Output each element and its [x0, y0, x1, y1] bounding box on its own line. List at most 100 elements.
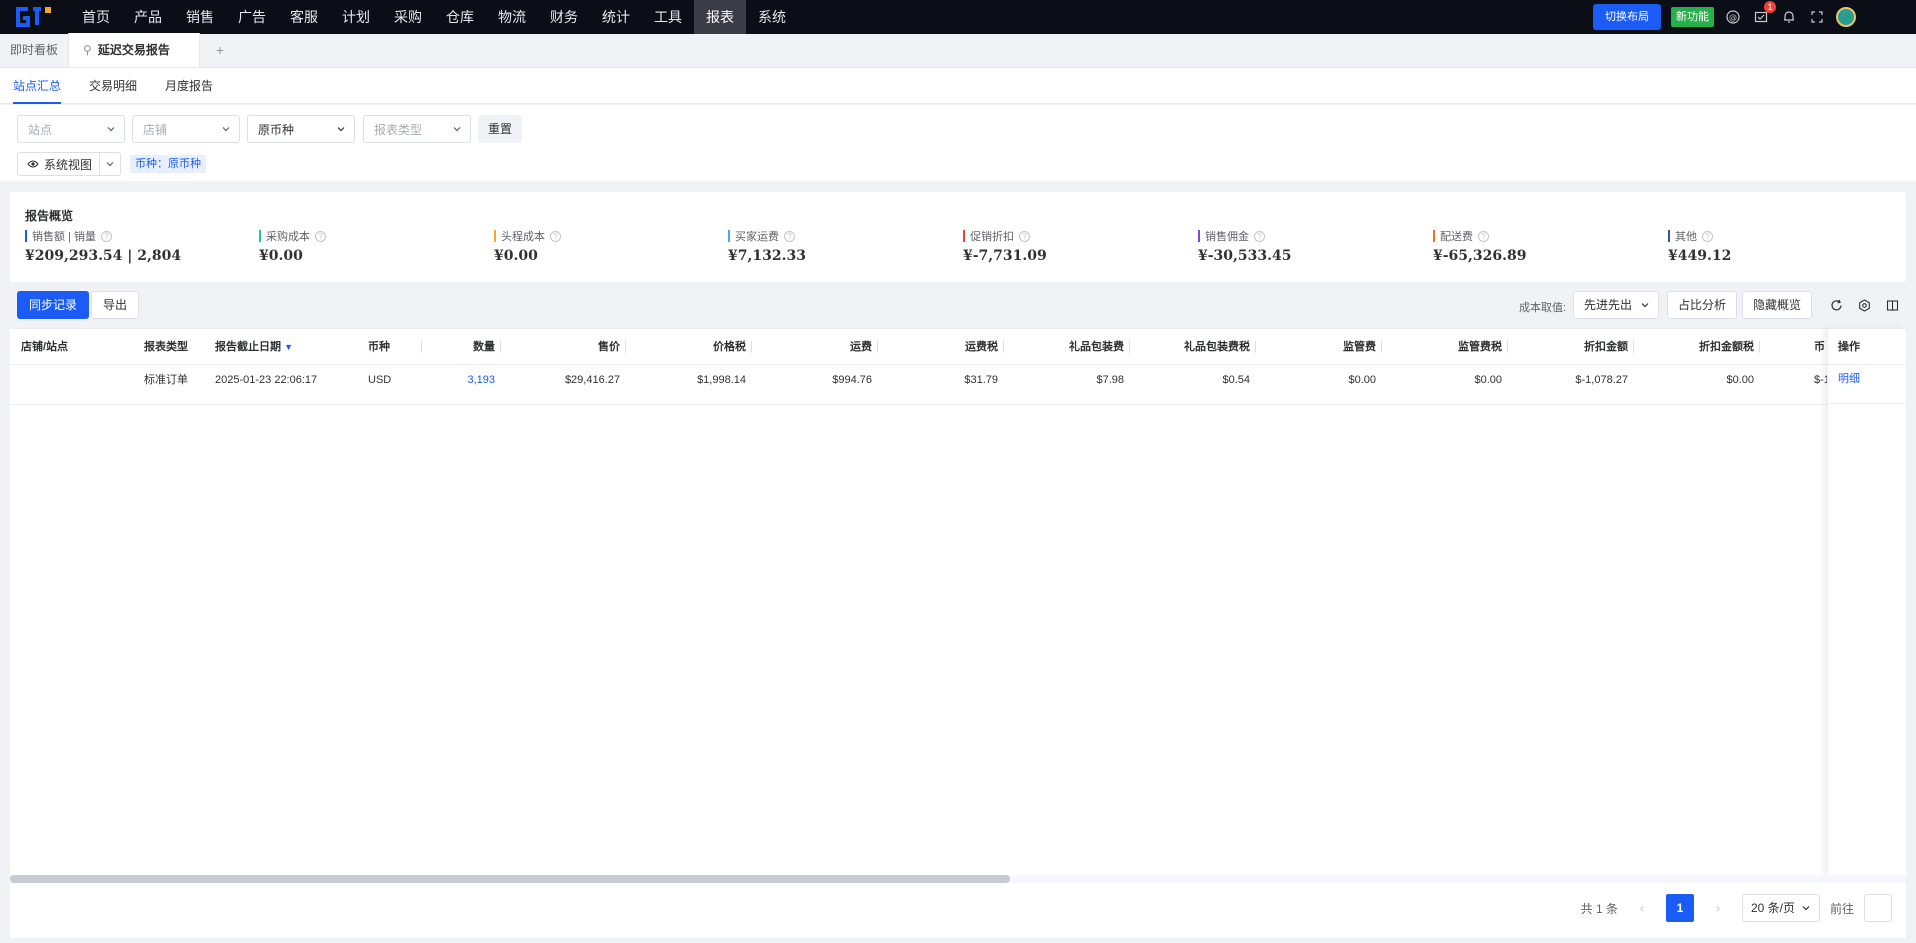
nav-item[interactable]: 财务 — [538, 0, 590, 34]
column-header[interactable]: 报表类型 — [144, 329, 214, 365]
column-header-label: 运费税 — [965, 341, 998, 353]
fullscreen-icon[interactable] — [1808, 8, 1826, 26]
store-select-placeholder: 店铺 — [143, 122, 168, 137]
refresh-icon[interactable] — [1828, 297, 1844, 313]
table-cell: 2025-01-23 22:06:17 — [215, 374, 318, 386]
detail-link[interactable]: 明细 — [1828, 365, 1906, 404]
nav-item[interactable]: 计划 — [330, 0, 382, 34]
metric-label: 买家运费 — [735, 231, 779, 243]
metric-value: ¥449.12 — [1668, 248, 1732, 264]
help-icon[interactable]: ? — [550, 230, 561, 242]
column-header[interactable]: 礼品包装费税 — [1130, 329, 1256, 365]
cost-method-select[interactable]: 先进先出 — [1573, 291, 1659, 319]
view-select[interactable]: 系统视图 — [17, 152, 121, 176]
help-circle-icon[interactable]: @ — [1724, 8, 1742, 26]
metric-label: 销售佣金 — [1205, 231, 1249, 243]
columns-icon[interactable] — [1884, 297, 1900, 313]
currency-filter-tag[interactable]: 币种：原币种 — [130, 155, 206, 173]
help-icon[interactable]: ? — [1019, 230, 1030, 242]
column-header-label: 折扣金额 — [1584, 341, 1628, 353]
goto-page-input[interactable] — [1864, 894, 1892, 922]
nav-item[interactable]: 报表 — [694, 0, 746, 34]
nav-item[interactable]: 工具 — [642, 0, 694, 34]
help-icon[interactable]: ? — [784, 230, 795, 242]
sub-tab[interactable]: 交易明细 — [89, 68, 137, 104]
metric-label-row: 销售额 | 销量? — [25, 229, 181, 243]
next-page-button[interactable]: › — [1704, 894, 1732, 922]
sort-icon[interactable]: ▼ — [284, 342, 293, 352]
reset-button[interactable]: 重置 — [478, 115, 523, 143]
page-tab-dashboard[interactable]: 即时看板 — [0, 33, 68, 67]
page-tab-active[interactable]: ⚲ 延迟交易报告 — [68, 33, 201, 67]
bell-icon[interactable] — [1780, 8, 1798, 26]
user-avatar[interactable] — [1836, 7, 1856, 27]
nav-item[interactable]: 物流 — [486, 0, 538, 34]
help-icon[interactable]: ? — [1478, 230, 1489, 242]
sub-tab[interactable]: 月度报告 — [165, 68, 213, 104]
logo[interactable] — [0, 0, 70, 34]
sub-tab[interactable]: 站点汇总 — [13, 68, 62, 104]
column-header[interactable]: 数量 — [420, 329, 501, 365]
add-tab-button[interactable]: + — [200, 33, 240, 67]
column-header-label: 售价 — [598, 341, 620, 353]
metric-value: ¥0.00 — [494, 248, 538, 264]
nav-item[interactable]: 首页 — [70, 0, 122, 34]
metric-label-row: 买家运费? — [728, 229, 806, 243]
column-header[interactable]: 运费税 — [878, 329, 1004, 365]
report-overview: 报告概览 销售额 | 销量? ¥209,293.54 | 2,804 采购成本? ¥0… — [10, 192, 1906, 282]
help-icon[interactable]: ? — [100, 230, 112, 242]
task-inbox-icon[interactable]: 1 — [1752, 1, 1776, 26]
column-divider[interactable] — [1759, 341, 1760, 353]
column-header[interactable]: 售价 — [500, 329, 626, 365]
top-nav: 首页 产品 销售 广告 客服 计划 采购 仓库 物流 财务 统计 工具 报表 系统 切换布局 新功能 @ … — [0, 0, 1916, 34]
column-header[interactable]: 价格税 — [626, 329, 752, 365]
help-icon[interactable]: ? — [1702, 230, 1713, 242]
new-feature-button[interactable]: 新功能 — [1671, 7, 1714, 27]
help-icon[interactable]: ? — [315, 230, 326, 242]
prev-page-button[interactable]: ‹ — [1628, 894, 1656, 922]
nav-item[interactable]: 仓库 — [434, 0, 486, 34]
column-header[interactable]: 折扣金额税 — [1634, 329, 1760, 365]
switch-layout-button[interactable]: 切换布局 — [1593, 4, 1661, 30]
column-header[interactable]: 监管费 — [1256, 329, 1382, 365]
nav-item[interactable]: 广告 — [226, 0, 278, 34]
currency-select[interactable]: 原币种 — [247, 115, 355, 143]
column-header[interactable]: 币种 — [368, 329, 422, 365]
nav-item[interactable]: 采购 — [382, 0, 434, 34]
quantity-link[interactable]: 3,193 — [420, 366, 495, 394]
report-sub-tabs: 站点汇总 交易明细 月度报告 — [0, 68, 1916, 104]
table-row[interactable]: 标准订单 2025-01-23 22:06:17 USD 3,193 $29,416.2… — [10, 366, 1906, 405]
export-button[interactable]: 导出 — [91, 291, 140, 319]
metric-label: 配送费 — [1440, 231, 1473, 243]
nav-item[interactable]: 系统 — [746, 0, 798, 34]
column-header[interactable]: 店铺/站点 — [21, 329, 116, 365]
ratio-analysis-button[interactable]: 占比分析 — [1667, 291, 1738, 319]
scrollbar-thumb[interactable] — [10, 875, 1010, 883]
page-size-select[interactable]: 20 条/页 — [1741, 894, 1820, 922]
settings-gear-icon[interactable] — [1856, 297, 1872, 313]
action-column-header: 操作 — [1828, 329, 1906, 365]
site-select[interactable]: 站点 — [17, 115, 125, 143]
column-header-label: 运费 — [850, 341, 872, 353]
store-select[interactable]: 店铺 — [132, 115, 240, 143]
column-header[interactable]: 报告截止日期 ▼ — [215, 329, 371, 365]
sync-records-button[interactable]: 同步记录 — [17, 291, 90, 319]
nav-item[interactable]: 客服 — [278, 0, 330, 34]
nav-item[interactable]: 销售 — [174, 0, 226, 34]
horizontal-scrollbar[interactable] — [10, 875, 1906, 883]
help-icon[interactable]: ? — [1254, 230, 1265, 242]
column-header-label: 店铺/站点 — [21, 341, 69, 353]
report-type-select[interactable]: 报表类型 — [363, 115, 471, 143]
nav-item[interactable]: 产品 — [122, 0, 174, 34]
nav-item[interactable]: 统计 — [590, 0, 642, 34]
hide-overview-button[interactable]: 隐藏概览 — [1742, 291, 1813, 319]
column-header-label: 报表类型 — [144, 341, 188, 353]
metric-value: ¥-30,533.45 — [1198, 248, 1292, 264]
page-number-current[interactable]: 1 — [1665, 894, 1694, 922]
column-header[interactable]: 折扣金额 — [1508, 329, 1634, 365]
metric-label: 其他 — [1675, 231, 1697, 243]
column-header[interactable]: 礼品包装费 — [1004, 329, 1130, 365]
column-header[interactable]: 运费 — [752, 329, 878, 365]
column-header[interactable]: 监管费税 — [1382, 329, 1508, 365]
pin-icon[interactable]: ⚲ — [83, 33, 92, 67]
